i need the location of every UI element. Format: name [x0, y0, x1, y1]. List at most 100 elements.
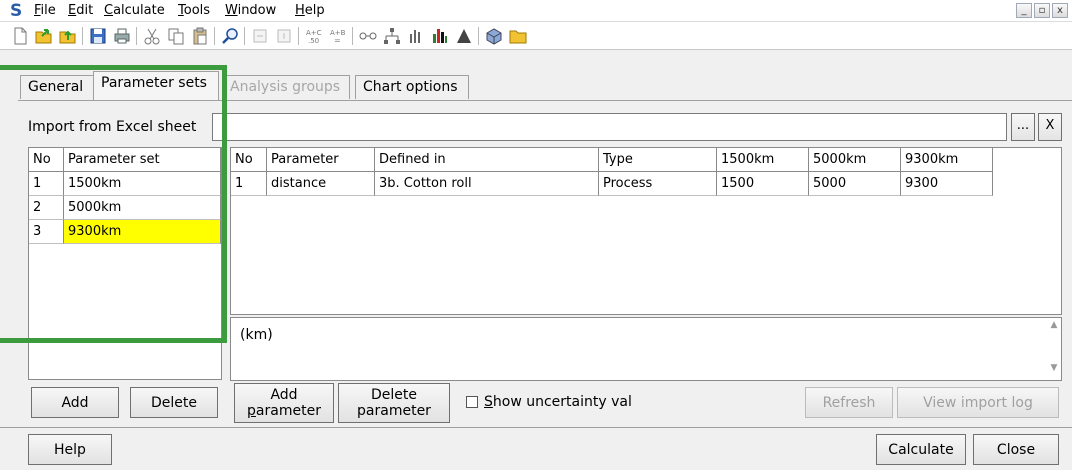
toolbar: A+C .50 A+B = — [0, 22, 1072, 50]
copy-icon[interactable] — [166, 26, 186, 46]
cell-parameter[interactable]: distance — [267, 172, 375, 196]
tree-icon[interactable] — [382, 26, 402, 46]
restore-button[interactable]: ▫ — [1034, 3, 1050, 18]
svg-text:=: = — [334, 36, 341, 45]
add-button[interactable]: Add — [31, 387, 119, 418]
formula-icon[interactable]: A+C.50 — [304, 26, 324, 46]
menu-bar: S File Edit Calculate Tools Window Help … — [0, 0, 1072, 22]
clear-import-button[interactable]: X — [1038, 113, 1062, 141]
menu-window[interactable]: Window — [225, 3, 276, 19]
cell-9300km[interactable]: 9300 — [901, 172, 993, 196]
minimize-button[interactable]: _ — [1016, 3, 1032, 18]
import-excel-input[interactable] — [212, 113, 1007, 141]
browse-button[interactable]: ... — [1011, 113, 1035, 141]
table-row[interactable]: 2 5000km — [29, 196, 221, 220]
close-button[interactable]: Close — [973, 434, 1059, 465]
col-header-parameter: Parameter — [267, 148, 375, 172]
menu-tools[interactable]: Tools — [178, 3, 210, 19]
parameter-grid: No Parameter Defined in Type 1500km 5000… — [230, 147, 1062, 315]
toolbar-separator — [214, 27, 215, 45]
show-uncertainty-checkbox[interactable]: Show uncertainty val — [466, 394, 632, 410]
scroll-down-icon[interactable]: ▼ — [1047, 363, 1061, 377]
bar-chart-icon[interactable] — [406, 26, 426, 46]
svg-text:A+C: A+C — [306, 29, 322, 37]
table-row[interactable]: 1 distance 3b. Cotton roll Process 1500 … — [231, 172, 993, 196]
colored-bar-chart-icon[interactable] — [430, 26, 450, 46]
table-row-selected[interactable]: 3 9300km — [29, 220, 221, 244]
parameter-set-grid: No Parameter set 1 1500km 2 5000km 3 930… — [28, 147, 222, 380]
calculate-button[interactable]: Calculate — [876, 434, 966, 465]
new-file-icon[interactable] — [10, 26, 30, 46]
cell-parameter-set-selected[interactable]: 9300km — [64, 220, 221, 244]
divider — [0, 427, 1072, 428]
cell-no[interactable]: 2 — [29, 196, 64, 220]
upload-folder-icon[interactable] — [58, 26, 78, 46]
cell-parameter-set[interactable]: 5000km — [64, 196, 221, 220]
menu-file[interactable]: File — [34, 3, 56, 19]
help-button[interactable]: Help — [28, 434, 112, 465]
menu-edit[interactable]: Edit — [68, 3, 93, 19]
search-icon[interactable] — [220, 26, 240, 46]
delete-parameter-label-line1: Delete — [371, 387, 417, 403]
col-header-no: No — [29, 148, 64, 172]
scroll-up-icon[interactable]: ▲ — [1047, 320, 1061, 334]
tab-parameter-sets[interactable]: Parameter sets — [93, 71, 219, 100]
network-icon[interactable] — [358, 26, 378, 46]
histogram-icon[interactable] — [454, 26, 474, 46]
cell-no[interactable]: 1 — [29, 172, 64, 196]
view-import-log-button: View import log — [897, 387, 1059, 418]
box-icon[interactable] — [484, 26, 504, 46]
open-folder-icon[interactable] — [34, 26, 54, 46]
toolbar-separator — [352, 27, 353, 45]
refresh-button: Refresh — [805, 387, 893, 418]
col-header-parameter-set: Parameter set — [64, 148, 221, 172]
tab-strip: General Parameter sets Analysis groups C… — [0, 50, 1072, 102]
show-uncertainty-label: Show uncertainty val — [484, 394, 632, 410]
highlight-annotation-tail — [0, 338, 20, 343]
col-header-no: No — [231, 148, 267, 172]
cell-type[interactable]: Process — [599, 172, 717, 196]
delete-parameter-label-line2: parameter — [357, 403, 431, 419]
delete-button[interactable]: Delete — [130, 387, 218, 418]
table-row[interactable]: 1 1500km — [29, 172, 221, 196]
tab-chart-options[interactable]: Chart options — [355, 75, 469, 99]
paste-icon[interactable] — [190, 26, 210, 46]
grid-header-row: No Parameter Defined in Type 1500km 5000… — [231, 148, 993, 172]
parameter-comment-text: (km) — [240, 327, 273, 343]
col-header-5000km: 5000km — [809, 148, 901, 172]
cell-no[interactable]: 1 — [231, 172, 267, 196]
menu-calculate[interactable]: Calculate — [104, 3, 165, 19]
cell-1500km[interactable]: 1500 — [717, 172, 809, 196]
add-parameter-label-line1: Add — [270, 387, 298, 403]
cut-icon[interactable] — [142, 26, 162, 46]
add-parameter-button[interactable]: Add parameter — [234, 383, 334, 423]
col-header-9300km: 9300km — [901, 148, 993, 172]
insert-left-icon — [253, 29, 267, 43]
toolbar-separator — [478, 27, 479, 45]
add-parameter-label-line2: parameter — [247, 403, 321, 419]
toolbar-separator — [136, 27, 137, 45]
cell-parameter-set[interactable]: 1500km — [64, 172, 221, 196]
checkbox-icon[interactable] — [466, 396, 478, 408]
save-icon[interactable] — [88, 26, 108, 46]
cell-no[interactable]: 3 — [29, 220, 64, 244]
delete-parameter-button[interactable]: Delete parameter — [338, 383, 450, 423]
col-header-type: Type — [599, 148, 717, 172]
tab-general[interactable]: General — [20, 75, 94, 99]
toolbar-separator — [298, 27, 299, 45]
toolbar-separator — [244, 27, 245, 45]
parameter-comment-area[interactable] — [230, 317, 1062, 381]
menu-help[interactable]: Help — [295, 3, 325, 19]
insert-right-icon — [277, 29, 291, 43]
folder-icon[interactable] — [508, 26, 528, 46]
equal-icon[interactable]: A+B= — [328, 26, 348, 46]
tab-analysis-groups: Analysis groups — [222, 75, 350, 99]
close-window-button[interactable]: x — [1052, 3, 1068, 18]
print-icon[interactable] — [112, 26, 132, 46]
cell-5000km[interactable]: 5000 — [809, 172, 901, 196]
cell-defined-in[interactable]: 3b. Cotton roll — [375, 172, 599, 196]
app-logo-icon: S — [10, 1, 23, 21]
col-header-1500km: 1500km — [717, 148, 809, 172]
grid-header-row: No Parameter set — [29, 148, 221, 172]
window-controls: _ ▫ x — [1016, 3, 1068, 18]
